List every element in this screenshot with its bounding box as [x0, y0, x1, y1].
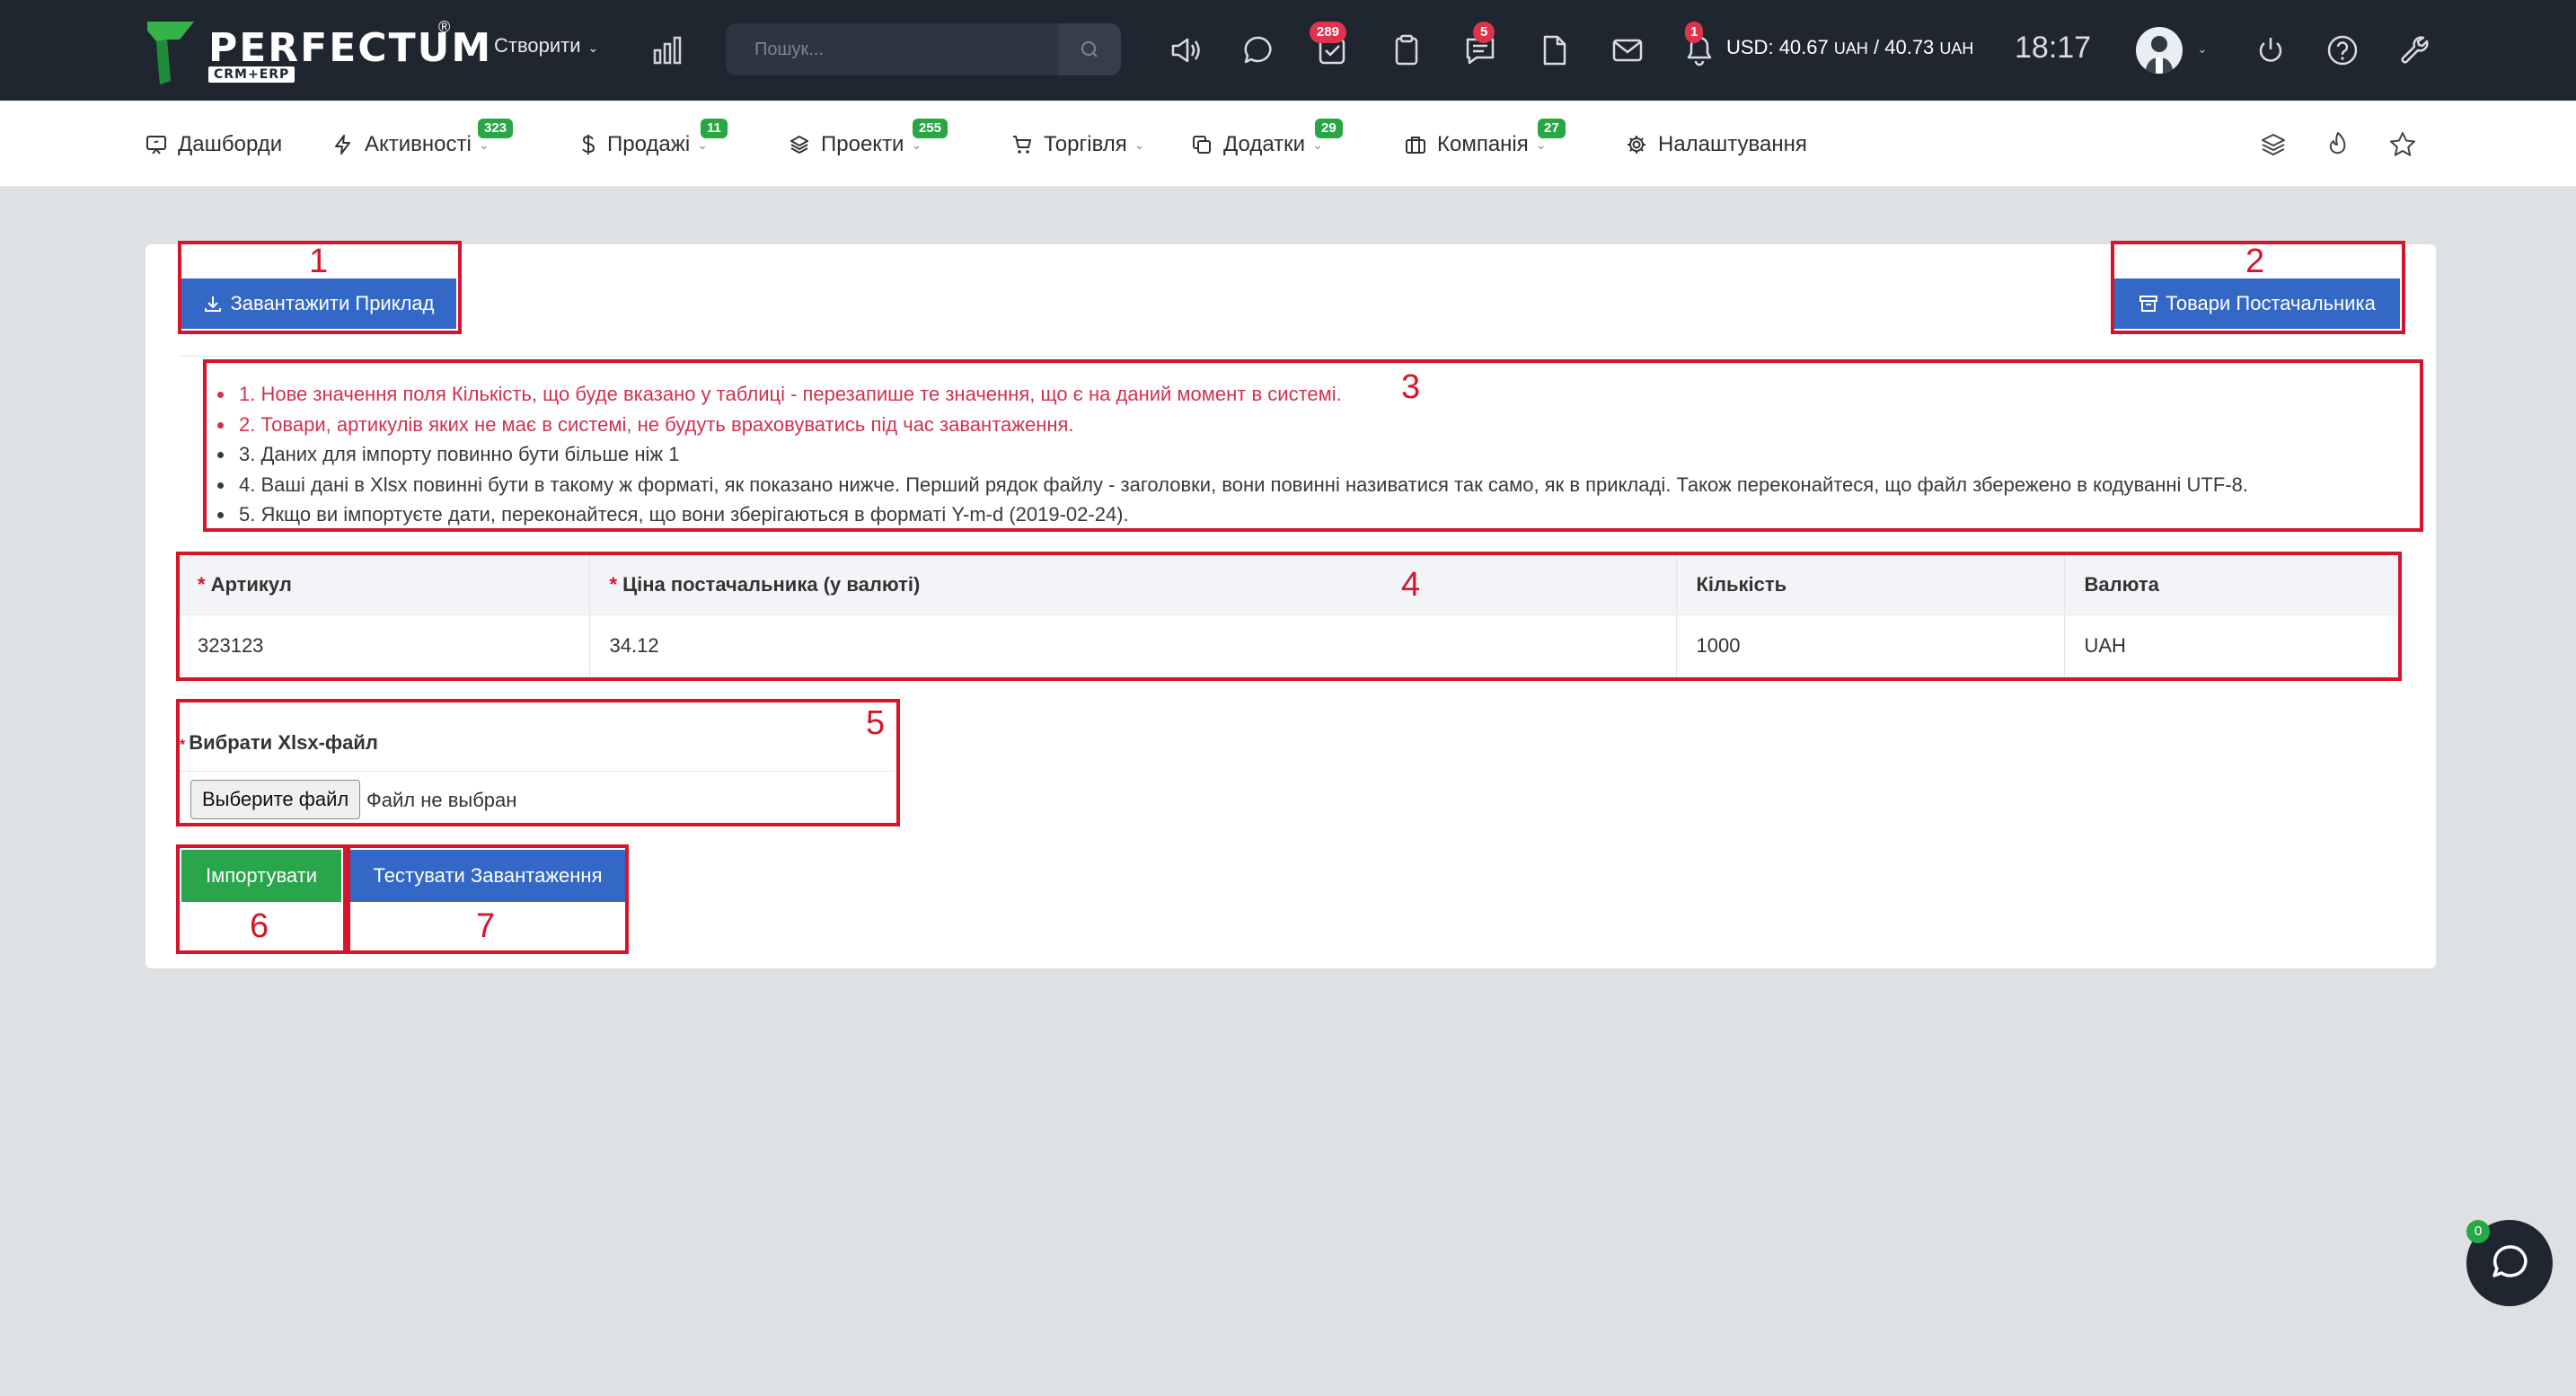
main-nav: Дашборди Активності 323 ⌄ Продажі 11 ⌄ П…	[0, 101, 2576, 187]
rate-value-2: 40.73	[1884, 36, 1935, 58]
nav-badge: 29	[1315, 119, 1343, 138]
nav-item-label: Продажі	[607, 132, 691, 156]
annotation-number-3: 3	[1401, 368, 1421, 406]
tasks-badge: 289	[1310, 22, 1347, 43]
nav-item-label: Активності	[365, 132, 472, 156]
currency-rates: USD: 40.67 UAH / 40.73 UAH	[1726, 36, 1973, 59]
layers-icon	[790, 136, 808, 154]
nav-badge: 27	[1538, 119, 1566, 138]
chevron-down-icon[interactable]: ⌄	[2197, 41, 2208, 57]
help-icon[interactable]	[2325, 32, 2360, 68]
nav-item-label: Налаштування	[1658, 132, 1807, 156]
clipboard-icon[interactable]	[1389, 32, 1425, 68]
chevron-down-icon: ⌄	[911, 137, 922, 152]
annotation-box-4	[176, 552, 2402, 681]
nav-item-label: Компанія	[1437, 132, 1529, 156]
search-input[interactable]	[726, 23, 1058, 75]
chevron-down-icon: ⌄	[1535, 137, 1547, 152]
megaphone-icon[interactable]	[1168, 32, 1204, 68]
rate-currency-1: UAH	[1833, 40, 1868, 57]
clock: 18:17	[2015, 31, 2092, 65]
nav-item-activities[interactable]: Активності 323 ⌄	[332, 119, 514, 160]
nav-item-settings[interactable]: Налаштування	[1626, 129, 1807, 160]
nav-badge: 11	[701, 119, 728, 138]
dashboard-icon	[146, 136, 166, 155]
divider	[178, 356, 2422, 357]
nav-item-dashboards[interactable]: Дашборди	[146, 129, 282, 160]
chevron-down-icon: ⌄	[1134, 137, 1145, 152]
avatar[interactable]	[2136, 27, 2183, 74]
annotation-number-6: 6	[250, 907, 269, 945]
annotation-number-5: 5	[866, 704, 886, 742]
create-label: Створити	[494, 34, 581, 57]
copy-icon	[1193, 136, 1211, 154]
annotation-number-1: 1	[309, 243, 329, 280]
bar-chart-icon[interactable]	[652, 36, 683, 65]
chevron-down-icon: ⌄	[697, 137, 708, 152]
chevron-down-icon: ⌄	[1312, 137, 1323, 152]
search-box	[726, 23, 1121, 75]
nav-item-trade[interactable]: Торгівля ⌄	[1011, 129, 1145, 160]
top-bar: PERFECTUM ® CRM+ERP Створити ⌄ 289	[0, 0, 2576, 101]
nav-item-label: Торгівля	[1044, 132, 1127, 156]
nav-item-projects[interactable]: Проекти 255 ⌄	[789, 119, 948, 160]
nav-item-label: Проекти	[821, 132, 904, 156]
dollar-icon	[582, 135, 595, 155]
annotation-box-5	[176, 699, 900, 826]
logo-registered-mark: ®	[438, 18, 451, 36]
star-icon[interactable]	[2386, 128, 2420, 162]
chevron-down-icon: ⌄	[587, 40, 599, 55]
bolt-icon	[335, 135, 350, 155]
power-icon[interactable]	[2253, 32, 2289, 68]
document-icon[interactable]	[1536, 32, 1572, 68]
annotation-number-7: 7	[476, 907, 496, 945]
annotation-box-3	[203, 359, 2423, 532]
nav-badge: 255	[913, 119, 948, 138]
nav-item-sales[interactable]: Продажі 11 ⌄	[580, 119, 728, 160]
rate-separator: /	[1867, 36, 1885, 58]
fire-icon[interactable]	[2321, 128, 2355, 162]
wrench-icon[interactable]	[2396, 32, 2432, 68]
nav-badge: 323	[478, 119, 514, 138]
gear-icon	[1628, 136, 1645, 154]
logo-subtitle: CRM+ERP	[208, 66, 296, 83]
create-menu-button[interactable]: Створити ⌄	[494, 34, 598, 57]
chat-bubble-icon[interactable]	[1241, 32, 1277, 68]
rate-currency-2: UAH	[1939, 40, 1974, 57]
nav-item-label: Додатки	[1223, 132, 1306, 156]
search-icon	[1081, 41, 1098, 57]
chat-badge: 0	[2466, 1220, 2490, 1243]
layers-icon[interactable]	[2256, 128, 2290, 162]
annotation-number-4: 4	[1401, 566, 1421, 604]
rates-label: USD:	[1726, 36, 1779, 58]
search-button[interactable]	[1058, 23, 1121, 75]
rate-value-1: 40.67	[1778, 36, 1829, 58]
annotation-number-2: 2	[2245, 243, 2265, 280]
nav-item-label: Дашборди	[178, 132, 283, 156]
briefcase-icon	[1406, 137, 1425, 154]
logo-mark-icon	[147, 22, 194, 84]
notifications-badge: 1	[1685, 22, 1704, 43]
nav-item-company[interactable]: Компанія 27 ⌄	[1405, 119, 1566, 160]
nav-item-addons[interactable]: Додатки 29 ⌄	[1191, 119, 1343, 160]
chevron-down-icon: ⌄	[478, 137, 490, 152]
mail-icon[interactable]	[1610, 32, 1645, 68]
cart-icon	[1013, 136, 1031, 154]
user-avatar-icon	[2145, 36, 2174, 74]
logo[interactable]: PERFECTUM ® CRM+ERP	[146, 18, 490, 86]
